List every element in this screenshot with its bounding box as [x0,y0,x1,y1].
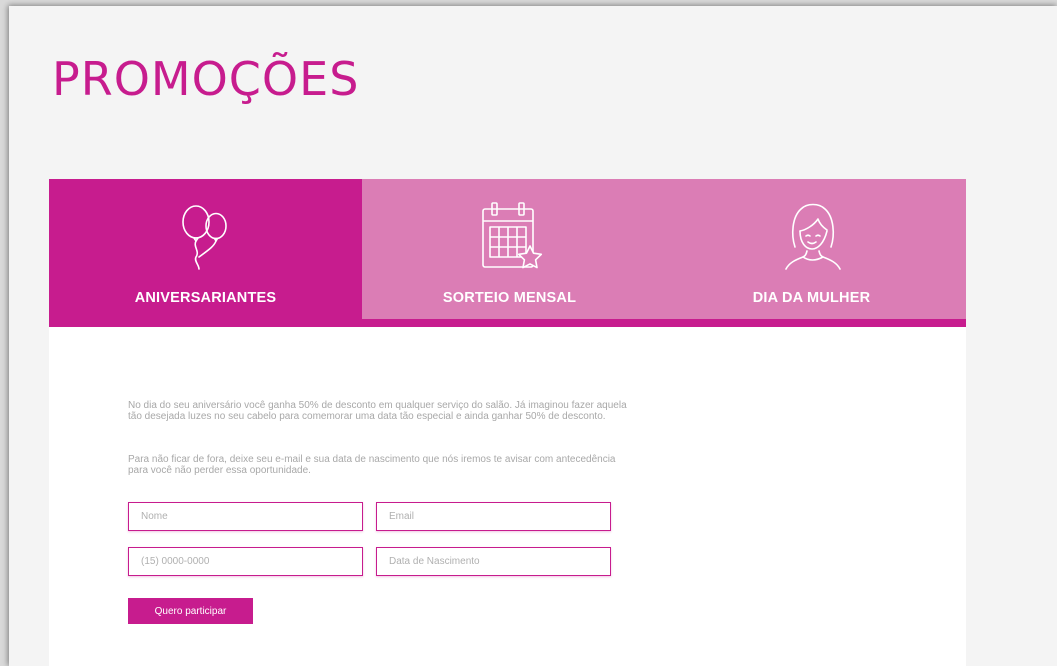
tab-dia-da-mulher[interactable]: DIA DA MULHER [657,179,966,319]
submit-button[interactable]: Quero participar [128,598,253,624]
tab-sorteio-mensal[interactable]: SORTEIO MENSAL [362,179,657,319]
page-title: PROMOÇÕES [52,52,360,106]
birthdate-field[interactable] [376,547,611,576]
tab-label: SORTEIO MENSAL [442,290,577,306]
promo-description: No dia do seu aniversário você ganha 50%… [128,400,627,422]
woman-face-icon [784,203,841,270]
phone-field[interactable] [128,547,363,576]
name-field[interactable] [128,502,363,531]
promo-content-panel: No dia do seu aniversário você ganha 50%… [49,327,966,666]
email-field[interactable] [376,502,611,531]
tab-aniversariantes[interactable]: ANIVERSARIANTES [49,179,362,319]
balloons-icon [181,205,227,270]
promo-tabs: ANIVERSARIANTES SORTEIO MENSAL DIA DA MU… [49,179,966,327]
calendar-star-icon [481,202,542,269]
promo-instructions: Para não ficar de fora, deixe seu e-mail… [128,454,616,476]
tab-label: ANIVERSARIANTES [134,290,277,306]
page-container: PROMOÇÕES ANIVERSARIANTES SORTEIO MENSAL… [9,6,1057,666]
tab-label: DIA DA MULHER [752,290,871,306]
